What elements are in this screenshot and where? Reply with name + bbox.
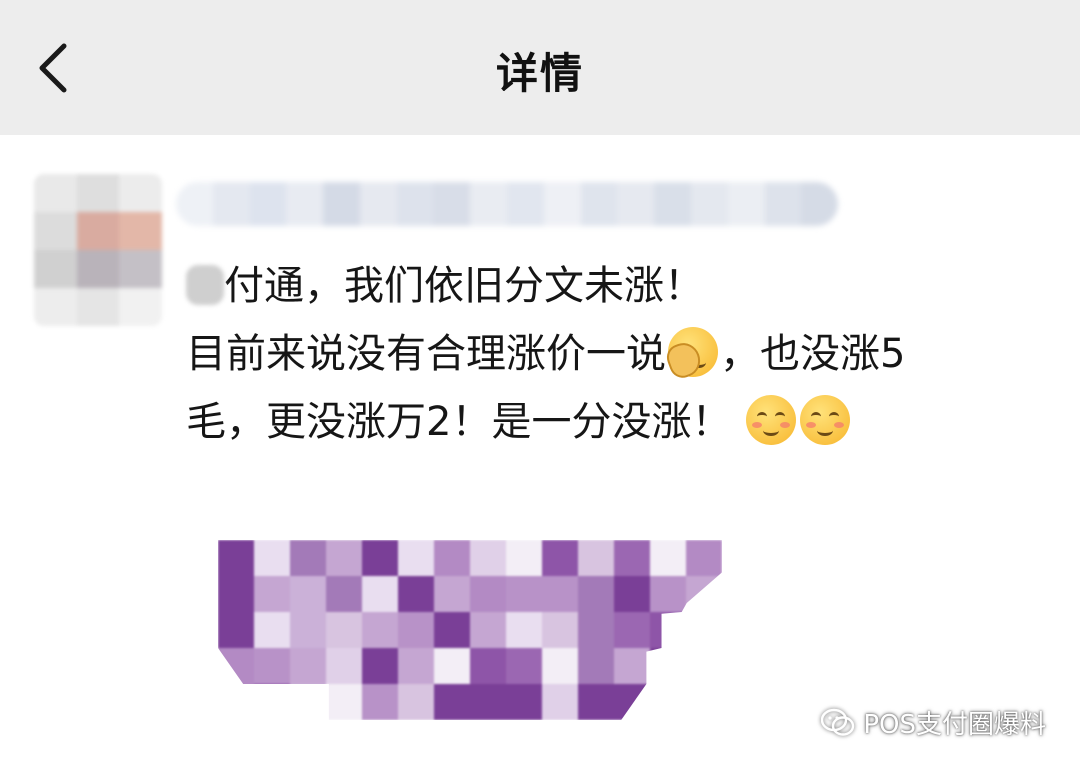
- facepalm-emoji-icon: [663, 327, 718, 382]
- page-title: 详情: [495, 49, 584, 98]
- top-navigation-bar: 详情: [0, 0, 1080, 135]
- avatar[interactable]: [34, 174, 162, 326]
- blush-emoji-icon: [746, 395, 797, 445]
- post-text: 付通，我们依旧分文未涨！ 目前来说没有合理涨价一说 ，也没涨5 毛，更没涨万2！是…: [186, 252, 1026, 456]
- wechat-icon: [821, 708, 855, 736]
- author-name-redacted[interactable]: [176, 182, 838, 226]
- post-line2-tail: ，也没涨5: [720, 331, 906, 377]
- watermark-text: POS支付圈爆料: [863, 710, 1046, 740]
- redacted-char: [186, 265, 224, 305]
- post-line2: 目前来说没有合理涨价一说: [186, 331, 666, 377]
- post-line3: 毛，更没涨万2！是一分没涨！: [186, 399, 732, 445]
- post-image-redacted[interactable]: [218, 540, 722, 720]
- blush-emoji-icon: [800, 395, 851, 445]
- post-line1: 付通，我们依旧分文未涨！: [224, 263, 704, 309]
- watermark: POS支付圈爆料: [821, 704, 1046, 741]
